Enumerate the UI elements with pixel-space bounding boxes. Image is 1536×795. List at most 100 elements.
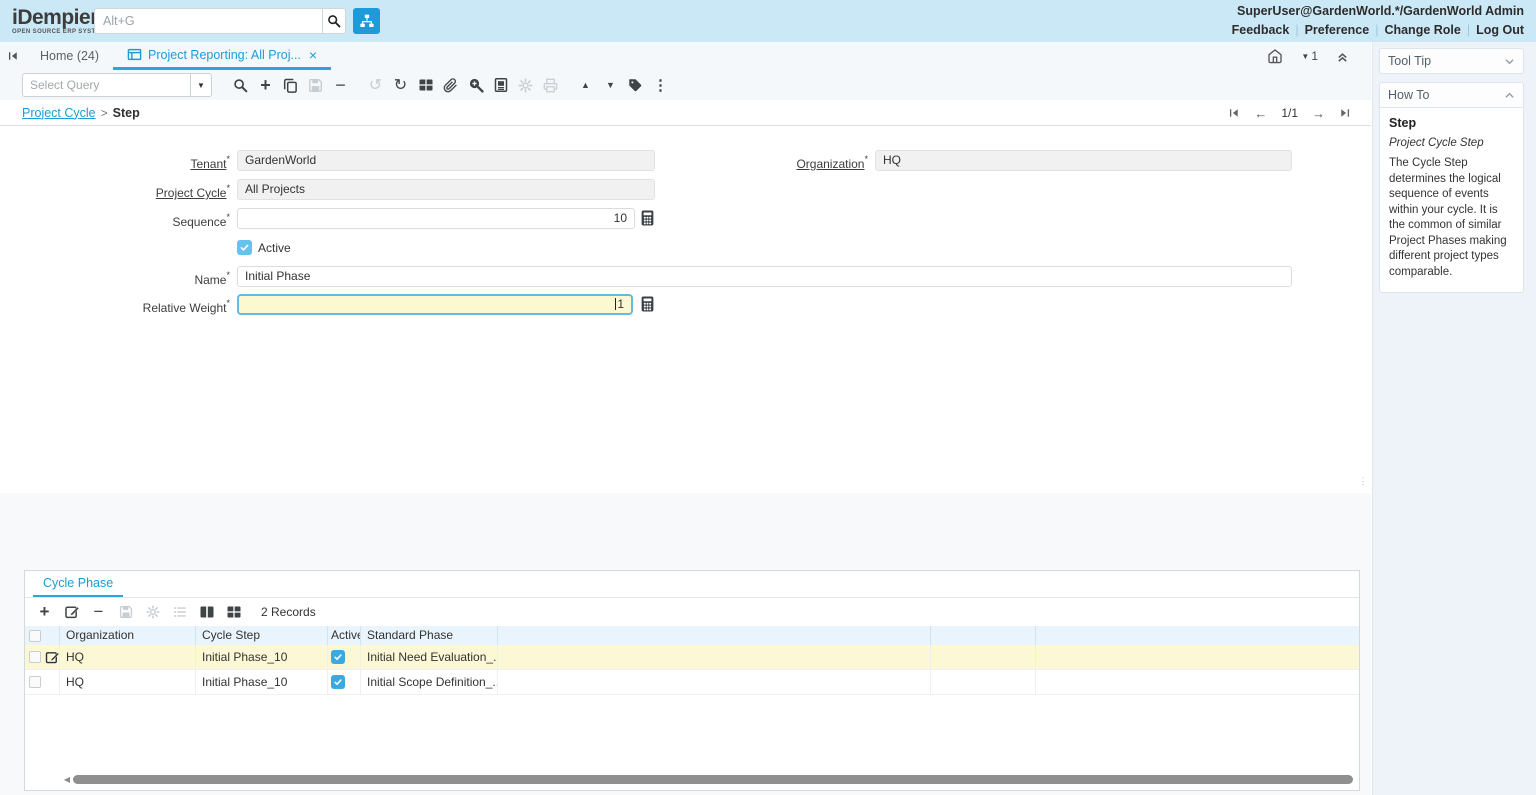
select-query-input[interactable] <box>22 73 190 97</box>
label-button[interactable] <box>623 72 648 98</box>
scrollbar-thumb[interactable] <box>73 775 1353 784</box>
next-record-icon[interactable]: → <box>1312 106 1325 121</box>
feedback-link[interactable]: Feedback <box>1232 23 1290 37</box>
sequence-field[interactable]: 10 <box>237 208 635 229</box>
active-checkbox[interactable] <box>237 240 252 255</box>
undo-icon: ↺ <box>369 75 382 95</box>
relative-weight-field[interactable]: 1 <box>237 294 633 315</box>
save-icon <box>119 605 133 619</box>
collapse-all-icon[interactable] <box>1336 50 1349 63</box>
cell-empty <box>498 670 931 695</box>
detail-process-button[interactable] <box>139 600 166 624</box>
process-button[interactable] <box>513 72 538 98</box>
refresh-button[interactable]: ↻ <box>388 72 413 98</box>
search-button[interactable] <box>322 8 346 34</box>
report-button[interactable] <box>488 72 513 98</box>
home-icon[interactable] <box>1267 48 1283 64</box>
find-record-button[interactable] <box>228 72 253 98</box>
scroll-left-icon[interactable]: ◀ <box>61 775 73 784</box>
select-all-checkbox[interactable] <box>29 630 41 642</box>
row-checkbox[interactable] <box>29 676 41 688</box>
detail-columns-button[interactable] <box>193 600 220 624</box>
more-actions-button[interactable]: ⋮ <box>648 72 673 98</box>
col-empty <box>498 626 931 645</box>
how-to-panel-header[interactable]: How To <box>1379 82 1524 108</box>
tab-cycle-phase[interactable]: Cycle Phase <box>33 576 123 597</box>
zoom-across-button[interactable] <box>463 72 488 98</box>
sequence-label: Sequence* <box>0 208 230 233</box>
table-header-row: Organization Cycle Step Active Standard … <box>25 626 1359 645</box>
triangle-up-icon: ▲ <box>581 80 590 90</box>
edit-row-icon[interactable] <box>45 650 60 665</box>
name-field[interactable]: Initial Phase <box>237 266 1292 287</box>
global-search-input[interactable] <box>94 8 322 34</box>
window-count-dropdown[interactable]: ▼ 1 <box>1301 49 1318 63</box>
select-all-cell <box>25 626 60 645</box>
parent-record-button[interactable]: ▲ <box>573 72 598 98</box>
save-button[interactable] <box>303 72 328 98</box>
tool-tip-panel-header[interactable]: Tool Tip <box>1379 48 1524 74</box>
detail-delete-button[interactable]: − <box>85 600 112 624</box>
calculator-icon[interactable] <box>641 296 655 313</box>
collapse-tabs-icon[interactable] <box>0 42 26 70</box>
previous-record-icon[interactable]: ← <box>1254 106 1267 121</box>
workflow-activities-button[interactable] <box>353 8 380 34</box>
new-record-button[interactable]: + <box>253 72 278 98</box>
splitter-dots: ⋮ <box>1359 476 1368 487</box>
plus-icon: + <box>260 75 271 96</box>
table-row[interactable]: HQInitial Phase_10Initial Need Evaluatio… <box>25 645 1359 670</box>
active-check-icon <box>331 650 345 664</box>
idempiere-logo[interactable]: iDempiere OPEN SOURCE ERP SYSTEM <box>12 7 90 35</box>
kebab-icon: ⋮ <box>653 76 668 94</box>
detail-edit-button[interactable] <box>58 600 85 624</box>
detail-new-button[interactable]: + <box>31 600 58 624</box>
tab-home[interactable]: Home (24) <box>26 42 113 70</box>
how-to-panel: How To Step Project Cycle Step The Cycle… <box>1379 82 1524 293</box>
grid-toggle-button[interactable] <box>413 72 438 98</box>
preference-link[interactable]: Preference <box>1305 23 1370 37</box>
last-record-icon[interactable] <box>1339 107 1351 119</box>
detail-grid-button[interactable] <box>220 600 247 624</box>
copy-record-button[interactable] <box>278 72 303 98</box>
change-role-link[interactable]: Change Role <box>1384 23 1460 37</box>
name-label: Name* <box>0 266 230 291</box>
close-tab-icon[interactable]: × <box>309 47 317 63</box>
record-form: Tenant* GardenWorld Organization* HQ Pro… <box>0 126 1371 517</box>
print-button[interactable] <box>538 72 563 98</box>
active-check-icon <box>331 675 345 689</box>
chevron-down-icon <box>1504 56 1515 67</box>
detail-record-button[interactable]: ▼ <box>598 72 623 98</box>
tab-bar-right-controls: ▼ 1 <box>1267 42 1349 70</box>
breadcrumb-parent-link[interactable]: Project Cycle <box>22 106 96 120</box>
log-out-link[interactable]: Log Out <box>1476 23 1524 37</box>
project-cycle-label: Project Cycle* <box>0 179 230 204</box>
cell-empty <box>498 645 931 670</box>
col-active[interactable]: Active <box>328 626 361 645</box>
window-icon <box>127 47 142 62</box>
cell-organization: HQ <box>60 670 196 695</box>
col-organization[interactable]: Organization <box>60 626 196 645</box>
detail-quick-entry-button[interactable] <box>166 600 193 624</box>
active-label: Active <box>258 241 291 255</box>
cell-active <box>328 670 361 695</box>
row-checkbox[interactable] <box>29 651 41 663</box>
help-step-subtitle: Project Cycle Step <box>1389 137 1514 149</box>
first-record-icon[interactable] <box>1228 107 1240 119</box>
detail-toolbar: + − 2 Records <box>25 598 1359 626</box>
tab-home-label: Home (24) <box>40 49 99 63</box>
col-cycle-step[interactable]: Cycle Step <box>196 626 328 645</box>
table-row[interactable]: HQInitial Phase_10Initial Scope Definiti… <box>25 670 1359 695</box>
undo-button[interactable]: ↺ <box>363 72 388 98</box>
breadcrumb-current: Step <box>113 106 140 120</box>
select-query-dropdown-button[interactable]: ▼ <box>190 73 212 97</box>
detail-save-button[interactable] <box>112 600 139 624</box>
attachment-button[interactable] <box>438 72 463 98</box>
tab-project-reporting[interactable]: Project Reporting: All Proj... × <box>113 42 331 70</box>
col-standard-phase[interactable]: Standard Phase <box>361 626 498 645</box>
relative-weight-label: Relative Weight* <box>0 294 230 319</box>
organization-field: HQ <box>875 150 1292 171</box>
delete-record-button[interactable]: − <box>328 72 353 98</box>
project-cycle-field: All Projects <box>237 179 655 200</box>
calculator-icon[interactable] <box>641 210 655 227</box>
global-search <box>94 8 380 34</box>
